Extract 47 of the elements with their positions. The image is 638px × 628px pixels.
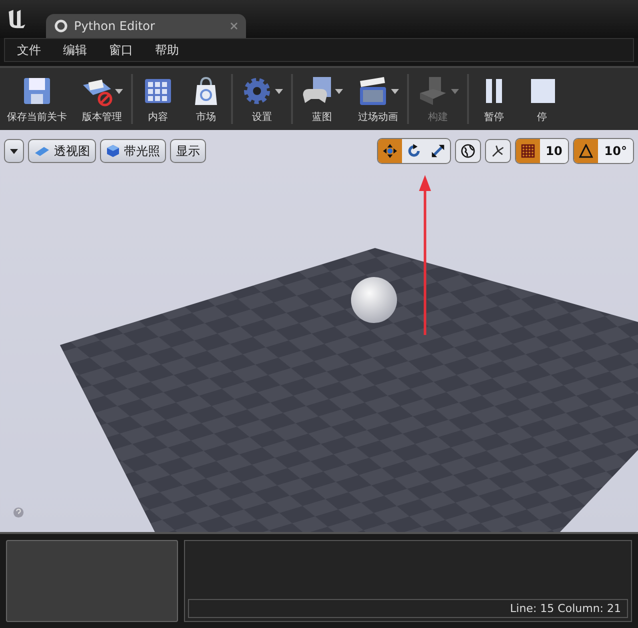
angle-icon	[579, 144, 594, 158]
viewport-button[interactable]: 显示	[170, 139, 206, 163]
circle-icon	[54, 19, 68, 33]
caret-icon	[10, 148, 18, 154]
snap-toggle-button[interactable]	[574, 139, 598, 163]
editor-tab[interactable]: Python Editor	[46, 14, 246, 38]
toolbar-button[interactable]: 版本管理	[74, 68, 130, 130]
clapperboard-icon	[357, 75, 389, 107]
world-space-button[interactable]	[454, 139, 481, 163]
toolbar-button[interactable]: 暂停	[470, 68, 518, 130]
surface-snap-button[interactable]	[484, 139, 511, 163]
caret-icon	[391, 88, 399, 94]
transform-tool-button[interactable]	[378, 139, 402, 163]
menu-item[interactable]: 文件	[17, 42, 41, 58]
menu-item[interactable]: 窗口	[109, 42, 133, 58]
toolbar-button[interactable]: 蓝图	[294, 68, 350, 130]
viewport-button[interactable]: 透视图	[28, 139, 96, 163]
grid-icon	[520, 144, 535, 158]
cursor-position: Line: 15 Column: 21	[510, 602, 621, 615]
menu-item[interactable]: 帮助	[155, 42, 179, 58]
toolbar-button[interactable]: 保存当前关卡	[0, 68, 74, 130]
snap-icon	[490, 144, 505, 158]
snap-value-dropdown[interactable]: 10°	[598, 139, 633, 163]
cube-icon	[34, 145, 50, 157]
caret-icon	[451, 88, 459, 94]
caret-icon	[275, 88, 283, 94]
toolbar-button[interactable]: 停	[518, 68, 566, 130]
menu-item[interactable]: 编辑	[63, 42, 87, 58]
snap-toggle-button[interactable]	[516, 139, 540, 163]
logo-icon	[6, 8, 28, 30]
globe-icon	[460, 144, 475, 158]
caret-icon	[335, 88, 343, 94]
cube-icon	[106, 144, 120, 158]
options-dropdown-button[interactable]	[4, 139, 24, 163]
toolbar-button[interactable]: 内容	[134, 68, 182, 130]
gear-icon	[241, 75, 273, 107]
toolbar-button[interactable]: 过场动画	[350, 68, 406, 130]
rotate-icon	[406, 144, 421, 158]
viewport-button[interactable]: 带光照	[100, 139, 166, 163]
tab-title: Python Editor	[74, 19, 156, 33]
toolbar-button[interactable]: 市场	[182, 68, 230, 130]
toolbar-button[interactable]: 设置	[234, 68, 290, 130]
close-icon[interactable]	[230, 22, 238, 30]
move-arrows-icon	[382, 144, 397, 158]
scale-arrows-icon	[430, 144, 445, 158]
snap-value-dropdown[interactable]: 10	[540, 139, 568, 163]
caret-icon	[115, 88, 123, 94]
